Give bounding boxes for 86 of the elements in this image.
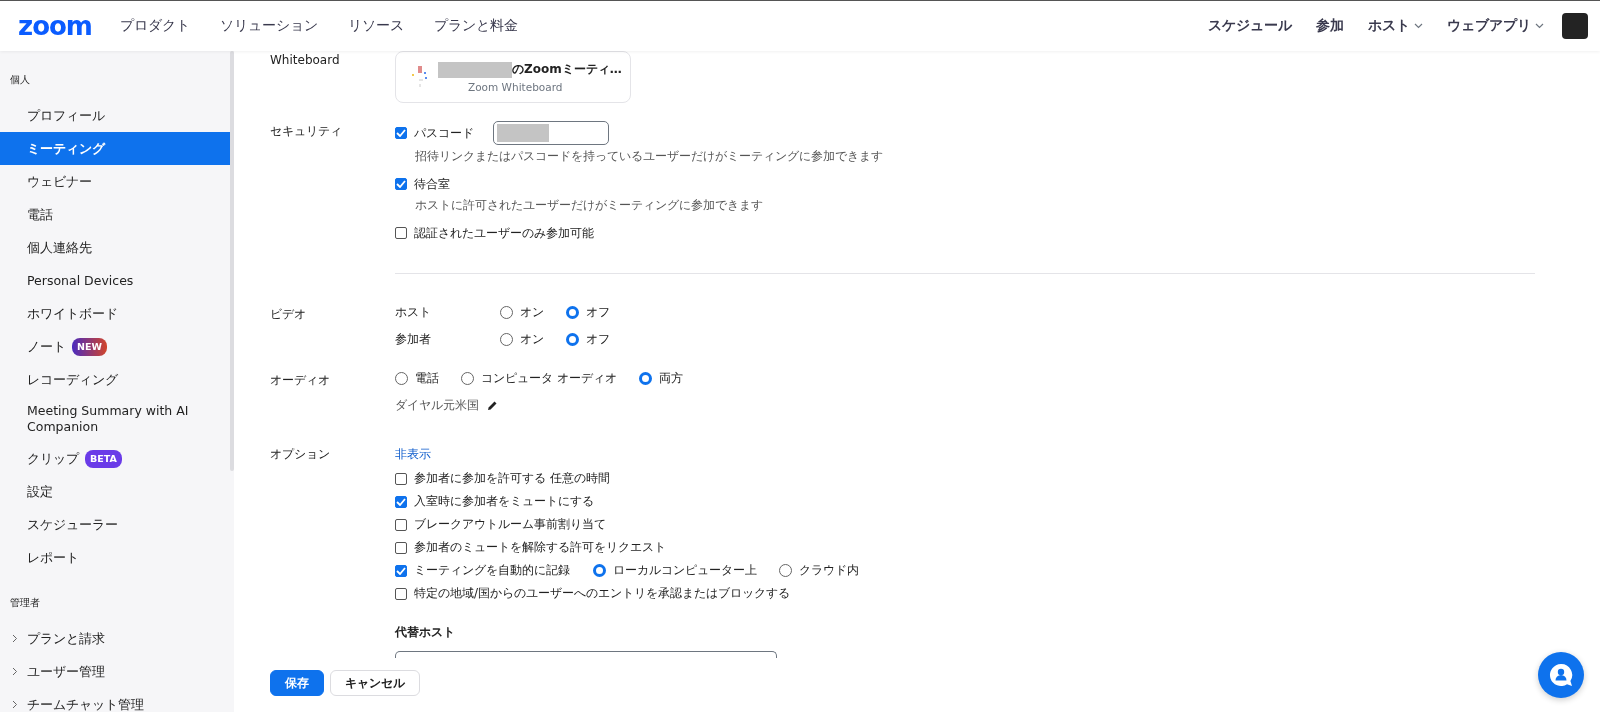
status-badge: BETA — [85, 449, 122, 468]
nav-link[interactable]: ソリューション — [219, 17, 318, 35]
radio-button[interactable] — [566, 333, 579, 346]
checkbox[interactable] — [395, 178, 407, 190]
setting-label: オプション — [270, 446, 331, 463]
radio-button[interactable] — [566, 306, 579, 319]
checkbox-label: ミーティングを自動的に記録 — [414, 562, 570, 579]
dial-in-text: ダイヤル元米国 — [395, 397, 479, 414]
section-heading: 個人 — [9, 73, 31, 87]
sidebar-item[interactable]: ホワイトボード — [0, 297, 234, 330]
checkbox-label: 待合室 — [414, 175, 450, 193]
help-text: 招待リンクまたはパスコードを持っているユーザーだけがミーティングに参加できます — [414, 149, 884, 164]
radio-label: コンピュータ オーディオ — [481, 370, 617, 387]
checkbox-label: 参加者のミュートを解除する許可をリクエスト — [414, 539, 666, 556]
sidebar-item[interactable]: 電話 — [0, 198, 234, 231]
radio-button[interactable] — [638, 372, 652, 385]
nav-link[interactable]: 参加 — [1316, 17, 1344, 35]
radio-label: オフ — [586, 304, 610, 321]
sidebar-item[interactable]: ユーザー管理 — [0, 655, 234, 688]
radio-label: オン — [520, 304, 544, 321]
checkbox[interactable] — [395, 541, 407, 554]
checkbox-label: 入室時に参加者をミュートにする — [414, 493, 594, 510]
checkbox-label: 認証されたユーザーのみ参加可能 — [414, 224, 594, 242]
checkbox[interactable] — [395, 564, 407, 577]
status-badge: NEW — [72, 337, 107, 356]
sidebar-item[interactable]: 個人連絡先 — [0, 231, 234, 264]
checkbox[interactable] — [395, 495, 407, 508]
nav-dropdown[interactable]: ホスト — [1368, 17, 1423, 35]
checkbox-label: 参加者に参加を許可する 任意の時間 — [414, 470, 610, 487]
sidebar-item[interactable]: 設定 — [0, 475, 234, 508]
whiteboard-title: のZoomミーティ… — [512, 61, 622, 78]
sidebar-item[interactable]: ウェビナー — [0, 165, 234, 198]
radio-label: 両方 — [658, 370, 683, 387]
nav-link[interactable]: リソース — [347, 17, 404, 35]
checkbox[interactable] — [395, 518, 407, 531]
checkbox[interactable] — [395, 227, 407, 239]
checkbox[interactable] — [395, 127, 407, 139]
row-label: 参加者 — [395, 331, 432, 348]
chevron-down-icon — [1535, 23, 1544, 29]
sidebar-item[interactable]: クリップ BETA — [0, 442, 234, 475]
radio-label: 電話 — [415, 370, 439, 387]
row-label: ホスト — [395, 304, 432, 321]
setting-label: Whiteboard — [270, 52, 341, 69]
radio-label: オン — [520, 331, 544, 348]
nav-link[interactable]: プロダクト — [119, 17, 190, 35]
chevron-right-icon — [12, 667, 18, 676]
sidebar-item[interactable]: レコーディング — [0, 363, 234, 396]
checkbox[interactable] — [395, 587, 407, 600]
pencil-icon[interactable] — [487, 400, 498, 411]
redacted-block — [497, 124, 549, 142]
checkbox-label: 特定の地域/国からのユーザーへのエントリを承認またはブロックする — [414, 585, 791, 602]
whiteboard-card[interactable]: のZoomミーティ… Zoom Whiteboard — [395, 51, 631, 103]
radio-button[interactable] — [593, 564, 606, 577]
setting-label: セキュリティ — [270, 123, 343, 140]
checkbox-label: パスコード — [414, 124, 474, 142]
chevron-right-icon — [12, 700, 18, 709]
checkbox-label: ブレークアウトルーム事前割り当て — [414, 516, 606, 533]
checkbox[interactable] — [395, 472, 407, 485]
sidebar-item[interactable]: レポート — [0, 541, 234, 574]
help-text: ホストに許可されたユーザーだけがミーティングに参加できます — [414, 198, 764, 213]
radio-label: ローカルコンピューター上 — [613, 562, 757, 579]
hide-link[interactable]: 非表示 — [395, 445, 431, 463]
sidebar-item[interactable]: チームチャット管理 — [0, 688, 234, 712]
save-button[interactable]: 保存 — [270, 670, 324, 696]
zoom-logo[interactable]: zoom — [18, 11, 92, 41]
sidebar-item[interactable]: プランと請求 — [0, 622, 234, 655]
sidebar-item[interactable]: プロフィール — [0, 99, 234, 132]
radio-label: クラウド内 — [799, 562, 859, 579]
passcode-field[interactable] — [493, 121, 609, 145]
setting-label: ビデオ — [270, 306, 307, 323]
section-heading: 管理者 — [9, 596, 41, 610]
sidebar-item[interactable]: Meeting Summary with AI Companion — [0, 396, 234, 442]
whiteboard-subtitle: Zoom Whiteboard — [467, 81, 564, 93]
chevron-down-icon — [1414, 23, 1423, 29]
setting-label: オーディオ — [270, 372, 331, 389]
nav-link[interactable]: スケジュール — [1208, 17, 1292, 35]
field-label: 代替ホスト — [395, 624, 456, 641]
sidebar-item[interactable]: Personal Devices — [0, 264, 234, 297]
sidebar-item[interactable]: スケジューラー — [0, 508, 234, 541]
person-chat-icon — [1548, 662, 1574, 688]
radio-label: オフ — [586, 331, 610, 348]
cancel-button[interactable]: キャンセル — [330, 670, 420, 696]
nav-dropdown[interactable]: ウェブアプリ — [1447, 17, 1544, 35]
nav-link[interactable]: プランと料金 — [433, 17, 518, 35]
chevron-right-icon — [12, 634, 18, 643]
sidebar-item[interactable]: ノート NEW — [0, 330, 234, 363]
